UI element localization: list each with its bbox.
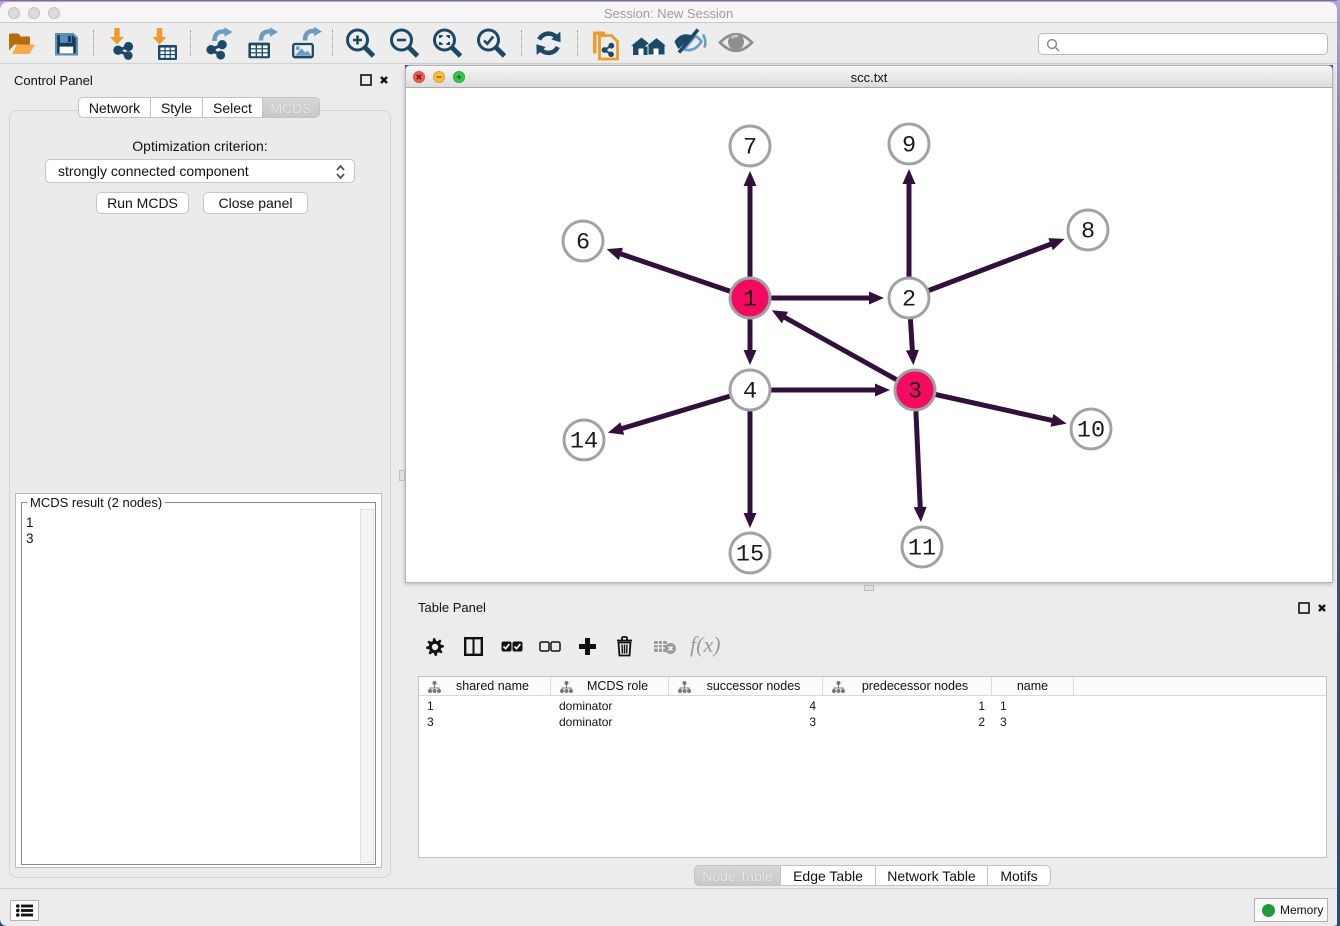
svg-text:4: 4: [743, 379, 757, 406]
svg-text:14: 14: [570, 429, 598, 456]
svg-text:10: 10: [1077, 418, 1105, 445]
svg-text:7: 7: [743, 135, 757, 162]
svg-text:1: 1: [743, 287, 757, 314]
svg-text:15: 15: [736, 542, 764, 569]
svg-text:3: 3: [908, 379, 922, 406]
svg-text:8: 8: [1081, 219, 1095, 246]
svg-text:11: 11: [908, 536, 936, 563]
svg-text:9: 9: [902, 133, 916, 160]
svg-text:6: 6: [576, 230, 590, 257]
svg-text:2: 2: [902, 287, 916, 314]
